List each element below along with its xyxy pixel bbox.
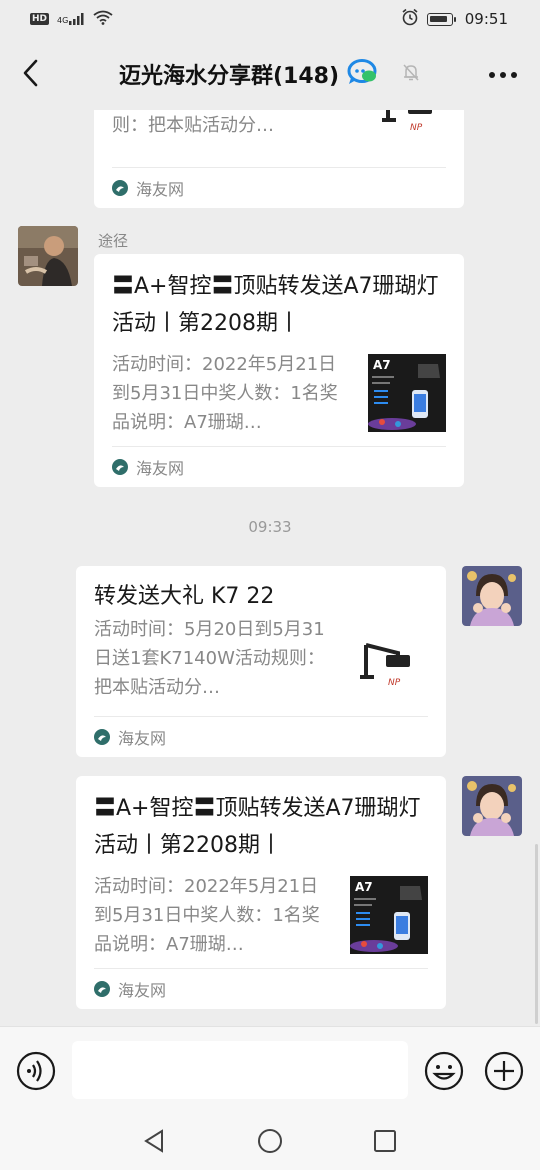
triangle-back-icon	[144, 1129, 163, 1153]
system-nav-bar	[0, 1112, 540, 1170]
square-recents-icon	[374, 1130, 396, 1152]
nav-recents-button[interactable]	[370, 1126, 400, 1156]
card-thumbnail: A7	[350, 876, 428, 954]
link-card[interactable]: 月31日送1套K7140W活动规则：把本贴活动分… NP 海友网	[94, 110, 464, 208]
link-card[interactable]: 转发送大礼 K7 22 活动时间：5月20日到5月31日送1套K7140W活动规…	[76, 566, 446, 757]
message-timestamp: 09:33	[248, 518, 292, 536]
nav-back-button[interactable]	[140, 1126, 170, 1156]
my-avatar[interactable]	[462, 566, 522, 626]
signal-icon: 4G	[57, 13, 85, 25]
voice-icon	[16, 1051, 56, 1091]
thumb-logo-text: NP	[388, 678, 401, 688]
my-avatar[interactable]	[462, 776, 522, 836]
network-label: 4G	[57, 16, 69, 25]
bell-muted-icon	[401, 62, 421, 86]
card-source: 海友网	[118, 729, 167, 748]
emoji-icon	[424, 1051, 464, 1091]
thumb-label: A7	[355, 880, 373, 894]
more-button[interactable]	[486, 60, 520, 90]
nav-home-button[interactable]	[255, 1126, 285, 1156]
alarm-icon	[401, 8, 419, 30]
chat-bubble-icon	[347, 58, 379, 90]
card-thumbnail: A7	[368, 354, 446, 432]
avatar[interactable]	[18, 226, 78, 286]
message-input[interactable]	[72, 1041, 408, 1099]
circle-home-icon	[258, 1129, 282, 1153]
plus-circle-icon	[484, 1051, 524, 1091]
more-functions-button[interactable]	[484, 1051, 524, 1091]
card-description: 活动时间：2022年5月21日到5月31日中奖人数：1名奖品说明：A7珊瑚…	[112, 354, 338, 433]
link-card[interactable]: 〓A+智控〓顶贴转发送A7珊瑚灯活动丨第2208期丨 活动时间：2022年5月2…	[94, 254, 464, 487]
card-title: 〓A+智控〓顶贴转发送A7珊瑚灯活动丨第2208期丨	[94, 796, 421, 858]
chat-header: 迈光海水分享群(148)	[0, 38, 540, 110]
link-card[interactable]: 〓A+智控〓顶贴转发送A7珊瑚灯活动丨第2208期丨 活动时间：2022年5月2…	[76, 776, 446, 1009]
source-logo-icon	[94, 981, 110, 997]
emoji-button[interactable]	[424, 1051, 464, 1091]
card-source: 海友网	[136, 459, 185, 478]
clock: 09:51	[464, 10, 508, 28]
card-source: 海友网	[118, 981, 167, 1000]
card-title: 转发送大礼 K7 22	[94, 584, 275, 609]
status-bar: HD 4G 09:51	[0, 0, 540, 38]
card-footer: 海友网	[112, 167, 446, 208]
voice-button[interactable]	[16, 1051, 56, 1091]
wifi-icon	[93, 10, 113, 29]
card-footer: 海友网	[94, 716, 428, 757]
input-bar	[0, 1026, 540, 1112]
scrollbar[interactable]	[535, 844, 538, 1024]
thumb-label: A7	[373, 358, 391, 372]
battery-icon	[426, 12, 456, 26]
source-logo-icon	[94, 729, 110, 745]
card-thumbnail: NP	[368, 110, 446, 148]
card-footer: 海友网	[94, 968, 428, 1009]
card-description: 活动时间：5月20日到5月31日送1套K7140W活动规则：把本贴活动分…	[94, 619, 325, 698]
chat-title[interactable]: 迈光海水分享群(148)	[119, 58, 339, 90]
hd-badge: HD	[30, 13, 50, 25]
card-thumbnail: NP	[350, 627, 428, 705]
source-logo-icon	[112, 459, 128, 475]
message-list[interactable]: 月31日送1套K7140W活动规则：把本贴活动分… NP 海友网 途径 〓A+智…	[0, 110, 540, 1026]
card-description: 月31日送1套K7140W活动规则：把本贴活动分…	[112, 115, 274, 136]
card-title: 〓A+智控〓顶贴转发送A7珊瑚灯活动丨第2208期丨	[112, 274, 439, 336]
card-footer: 海友网	[112, 446, 446, 487]
source-logo-icon	[112, 180, 128, 196]
card-description: 活动时间：2022年5月21日到5月31日中奖人数：1名奖品说明：A7珊瑚…	[94, 876, 320, 955]
thumb-logo-text: NP	[410, 123, 423, 133]
more-dots-icon	[489, 72, 517, 78]
back-button[interactable]	[14, 56, 48, 90]
card-source: 海友网	[136, 180, 185, 199]
sender-name: 途径	[98, 232, 129, 250]
chevron-left-icon	[23, 59, 38, 87]
